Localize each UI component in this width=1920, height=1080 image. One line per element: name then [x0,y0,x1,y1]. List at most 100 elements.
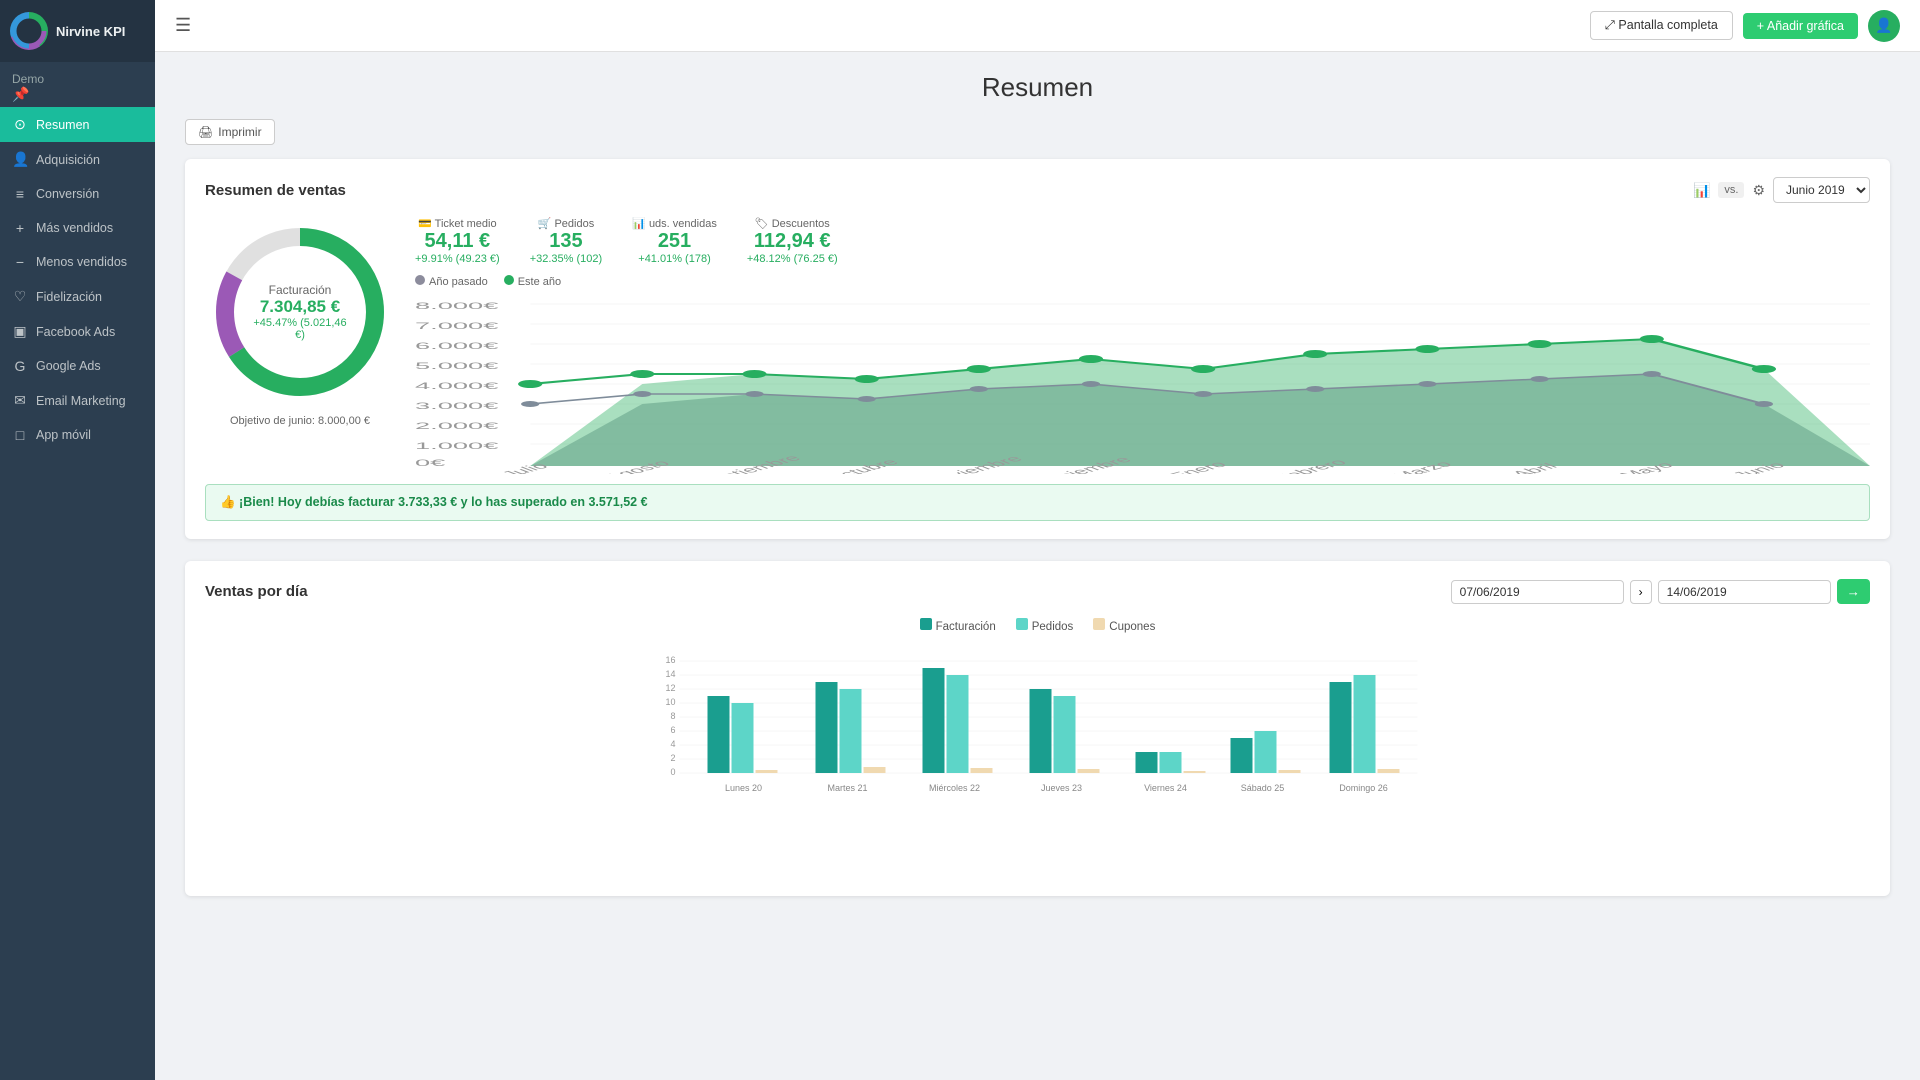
bar-miercoles-fac [923,668,945,773]
resumen-ventas-card: Resumen de ventas 📊 vs. ⚙ Junio 2019 [185,159,1890,539]
chart-legend: Año pasado Este año [415,275,1870,288]
date-next-arrow[interactable]: › [1630,580,1652,604]
bar-sabado-cup [1279,770,1301,773]
topbar: ☰ ⤢ Pantalla completa + Añadir gráfica 👤 [155,0,1920,52]
bar-jueves-cup [1078,769,1100,773]
menu-toggle[interactable]: ☰ [175,15,191,36]
metric-descuentos-value: 112,94 € [747,230,838,253]
bar-jueves-ped [1054,696,1076,773]
bar-viernes-ped [1160,752,1182,773]
menos-vendidos-icon: − [12,254,28,270]
metric-ticket-value: 54,11 € [415,230,500,253]
app-icon: □ [12,427,28,443]
add-chart-button[interactable]: + Añadir gráfica [1743,13,1858,39]
sidebar-item-mas-vendidos[interactable]: + Más vendidos [0,211,155,245]
metric-pedidos-value: 135 [530,230,602,253]
bar-domingo-ped [1354,675,1376,773]
date-go-button[interactable]: → [1837,579,1870,604]
svg-text:12: 12 [665,683,675,693]
objetivo-text: Objetivo de junio: 8.000,00 € [230,415,370,427]
main-content: ☰ ⤢ Pantalla completa + Añadir gráfica 👤… [155,0,1920,1080]
svg-text:6.000€: 6.000€ [415,341,498,351]
conversion-icon: ≡ [12,186,28,202]
month-selector[interactable]: Junio 2019 [1773,177,1870,203]
area-chart: 8.000€ 7.000€ 6.000€ 5.000€ 4.000€ 3.000… [415,294,1870,474]
resumen-icon: ⊙ [12,116,28,133]
metric-ticket-change: +9.91% (49.23 €) [415,253,500,265]
metrics-section: 💳 Ticket medio 54,11 € +9.91% (49.23 €) … [415,217,1870,474]
svg-text:8.000€: 8.000€ [415,301,498,311]
metric-uds-label: 📊 uds. vendidas [632,217,717,230]
metric-uds-change: +41.01% (178) [632,253,717,265]
sidebar-item-app-movil[interactable]: □ App móvil [0,418,155,452]
bar-miercoles-ped [947,675,969,773]
sidebar-item-google-ads[interactable]: G Google Ads [0,349,155,383]
label-domingo: Domingo 26 [1339,783,1388,793]
bar-lunes-ped [732,703,754,773]
label-sabado: Sábado 25 [1241,783,1285,793]
fidelizacion-icon: ♡ [12,288,28,305]
sidebar-item-adquisicion[interactable]: 👤 Adquisición [0,142,155,177]
bar-domingo-cup [1378,769,1400,773]
page-title: Resumen [185,72,1890,103]
sidebar-item-fidelizacion[interactable]: ♡ Fidelización [0,279,155,314]
ventas-dia-header: Ventas por día › → [205,579,1870,604]
ventas-dia-title: Ventas por día [205,583,308,600]
bar-viernes-fac [1136,752,1158,773]
content-area: Resumen 🖨 Imprimir Resumen de ventas 📊 v… [155,52,1920,1080]
resumen-ventas-title: Resumen de ventas [205,182,346,199]
bar-domingo-fac [1330,682,1352,773]
svg-text:14: 14 [665,669,675,679]
metrics-row: 💳 Ticket medio 54,11 € +9.91% (49.23 €) … [415,217,1870,265]
metric-descuentos: 🏷 Descuentos 112,94 € +48.12% (76.25 €) [747,217,838,265]
metric-uds-value: 251 [632,230,717,253]
bar-chart-container: 16 14 12 10 8 6 4 2 0 [205,643,1870,878]
resumen-ventas-header: Resumen de ventas 📊 vs. ⚙ Junio 2019 [205,177,1870,203]
svg-text:3.000€: 3.000€ [415,401,498,411]
metric-uds: 📊 uds. vendidas 251 +41.01% (178) [632,217,717,265]
date-navigation: › → [1451,579,1870,604]
svg-text:2.000€: 2.000€ [415,421,498,431]
sidebar-item-facebook-ads[interactable]: ▣ Facebook Ads [0,314,155,349]
topbar-left: ☰ [175,15,191,36]
svg-text:6: 6 [670,725,675,735]
sidebar-item-email-marketing[interactable]: ✉ Email Marketing [0,383,155,418]
app-title: Nirvine KPI [56,24,125,39]
sidebar: Nirvine KPI Demo 📌 ⊙ Resumen 👤 Adquisici… [0,0,155,1080]
bar-sabado-fac [1231,738,1253,773]
email-icon: ✉ [12,392,28,409]
svg-text:7.000€: 7.000€ [415,321,498,331]
date-to-input[interactable] [1658,580,1831,604]
svg-text:16: 16 [665,655,675,665]
fullscreen-button[interactable]: ⤢ Pantalla completa [1590,11,1733,40]
metric-pedidos: 🛒 Pedidos 135 +32.35% (102) [530,217,602,265]
settings-icon[interactable]: ⚙ [1752,182,1765,199]
resumen-controls: 📊 vs. ⚙ Junio 2019 [1693,177,1870,203]
app-logo [10,12,48,50]
mas-vendidos-icon: + [12,220,28,236]
svg-text:0: 0 [670,767,675,777]
user-icon: 👤 [1875,17,1892,34]
label-viernes: Viernes 24 [1144,783,1187,793]
resumen-body: Facturación 7.304,85 € +45.47% (5.021,46… [205,217,1870,474]
print-button[interactable]: 🖨 Imprimir [185,119,275,145]
bar-miercoles-cup [971,768,993,773]
bar-lunes-cup [756,770,778,773]
sidebar-item-conversion[interactable]: ≡ Conversión [0,177,155,211]
google-icon: G [12,358,28,374]
ventas-dia-card: Ventas por día › → Facturación Pedidos C… [185,561,1890,896]
metric-descuentos-label: 🏷 Descuentos [747,217,838,230]
user-avatar[interactable]: 👤 [1868,10,1900,42]
chart-icon[interactable]: 📊 [1693,182,1710,199]
sidebar-item-menos-vendidos[interactable]: − Menos vendidos [0,245,155,279]
label-jueves: Jueves 23 [1041,783,1082,793]
svg-text:4: 4 [670,739,675,749]
bar-martes-fac [816,682,838,773]
label-lunes: Lunes 20 [725,783,762,793]
sidebar-item-resumen[interactable]: ⊙ Resumen [0,107,155,142]
date-from-input[interactable] [1451,580,1624,604]
metric-ticket-label: 💳 Ticket medio [415,217,500,230]
donut-chart: Facturación 7.304,85 € +45.47% (5.021,46… [205,217,395,407]
donut-section: Facturación 7.304,85 € +45.47% (5.021,46… [205,217,395,474]
printer-icon: 🖨 [198,125,213,139]
